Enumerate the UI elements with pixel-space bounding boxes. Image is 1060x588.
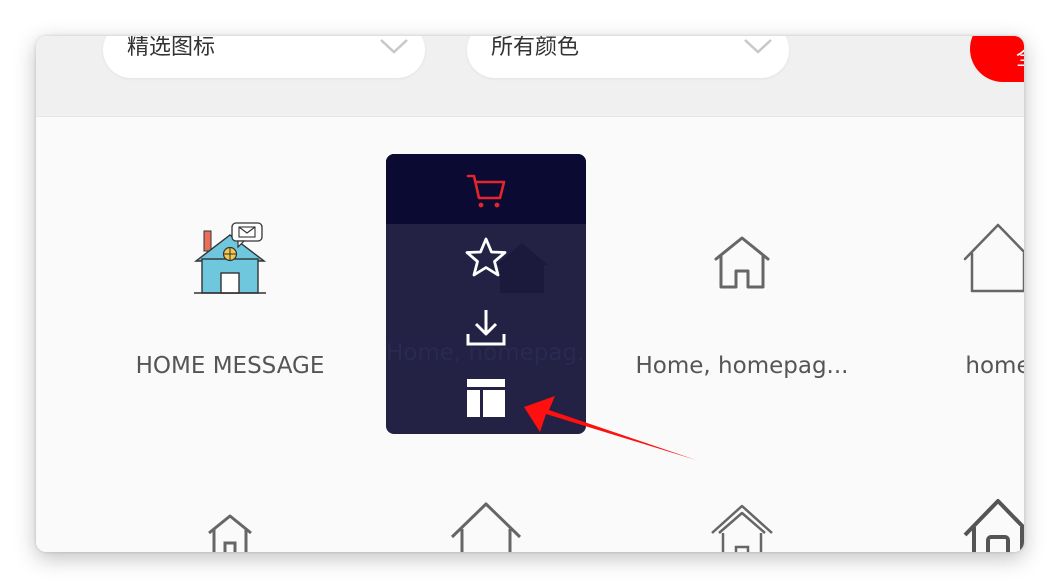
home-outline-icon [450, 502, 522, 552]
home-outline-icon [208, 514, 252, 552]
icon-preview [870, 221, 1024, 301]
icon-preview [870, 497, 1024, 552]
icon-preview [102, 513, 358, 552]
icon-filter-dropdown[interactable]: 精选图标 [103, 36, 425, 78]
color-filter-dropdown[interactable]: 所有颜色 [467, 36, 789, 78]
icon-caption: HOME MESSAGE [135, 353, 325, 379]
home-outline-icon [714, 236, 770, 289]
filter-bar: 精选图标 所有颜色 全 [36, 36, 1024, 117]
icon-preview [614, 221, 870, 301]
star-icon[interactable] [464, 236, 508, 280]
home-message-icon [194, 222, 266, 294]
chevron-down-icon [380, 39, 408, 54]
chevron-down-icon [744, 39, 772, 54]
cart-icon[interactable] [464, 168, 508, 212]
icon-filter-label: 精选图标 [127, 36, 216, 60]
icon-preview [614, 503, 870, 552]
download-icon[interactable] [464, 306, 508, 350]
layout-icon[interactable] [464, 376, 508, 420]
icon-caption: home [965, 353, 1024, 379]
filter-action-label: 全 [1016, 40, 1024, 72]
home-outline-icon [963, 499, 1024, 552]
icon-preview [358, 501, 614, 552]
filter-action-button[interactable]: 全 [970, 36, 1024, 82]
icon-hover-menu: Home, homepag... [386, 154, 586, 434]
home-outline-icon [711, 504, 773, 552]
icon-caption: Home, homepag... [635, 353, 849, 379]
home-outline-icon [963, 223, 1024, 293]
icon-preview [102, 221, 358, 301]
color-filter-label: 所有颜色 [491, 36, 580, 60]
